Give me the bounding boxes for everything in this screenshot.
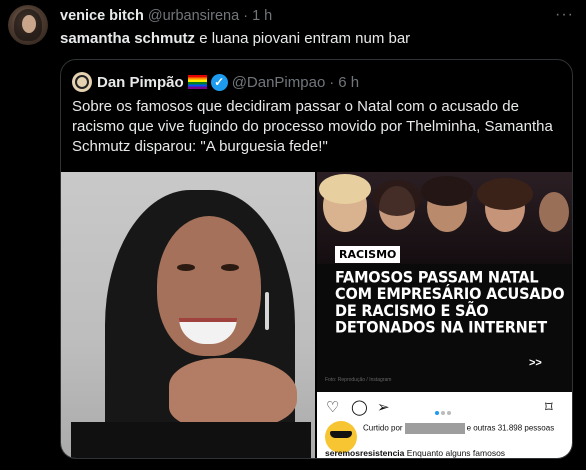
- tweet-text: samantha schmutz e luana piovani entram …: [60, 30, 410, 47]
- carousel-dots: [435, 402, 453, 420]
- bookmark-icon: ⌑: [545, 399, 553, 416]
- separator-dot: ·: [243, 8, 249, 24]
- photo-instagram-post[interactable]: RACISMO FAMOSOS PASSAM NATAL COM EMPRESÁ…: [317, 172, 572, 458]
- post-headline: FAMOSOS PASSAM NATAL COM EMPRESÁRIO ACUS…: [335, 268, 565, 338]
- liked-suffix: e outras 31.898 pessoas: [466, 423, 555, 433]
- caption-user: seremosresistencia: [325, 448, 405, 458]
- quote-text: Sobre os famosos que decidiram passar o …: [72, 98, 553, 155]
- author-handle[interactable]: @urbansirena: [148, 8, 239, 24]
- tweet-time[interactable]: 1 h: [252, 8, 272, 24]
- tweet-text-bold: samantha schmutz: [60, 30, 196, 47]
- photo-samantha[interactable]: [61, 172, 315, 458]
- post-tag: RACISMO: [335, 246, 401, 263]
- comment-icon: ◯: [351, 399, 368, 416]
- quote-author-handle[interactable]: @DanPimpao: [232, 74, 326, 91]
- redacted-username: [404, 423, 465, 434]
- verified-badge-icon: ✓: [210, 73, 228, 91]
- quote-avatar[interactable]: [72, 72, 92, 92]
- quote-time[interactable]: 6 h: [338, 74, 359, 91]
- liked-prefix: Curtido por: [363, 423, 403, 433]
- heart-icon: ♡: [326, 399, 340, 416]
- quote-author-name[interactable]: Dan Pimpão: [97, 74, 184, 91]
- author-name[interactable]: venice bitch: [60, 8, 144, 24]
- tweet[interactable]: venice bitch @urbansirena · 1 h ··· sama…: [0, 0, 586, 470]
- liked-by-text: Curtido por e outras 31.898 pessoas: [363, 423, 568, 434]
- author-avatar[interactable]: [8, 5, 48, 45]
- more-options-icon[interactable]: ···: [555, 6, 574, 24]
- quote-header: Dan Pimpão ✓ @DanPimpao · 6 h: [72, 72, 359, 92]
- photo-credit: Foto: Reprodução / Instagram: [325, 377, 392, 383]
- tweet-text-rest: e luana piovani entram num bar: [195, 30, 411, 47]
- post-caption: seremosresistencia Enquanto alguns famos…: [325, 448, 505, 458]
- rainbow-flag-icon: [187, 75, 207, 89]
- next-arrows: >>: [529, 357, 542, 369]
- quote-separator-dot: ·: [329, 73, 335, 91]
- share-icon: ➢: [377, 399, 390, 416]
- caption-text: Enquanto alguns famosos: [404, 448, 506, 458]
- tweet-header: venice bitch @urbansirena · 1 h: [60, 8, 272, 24]
- earring: [265, 292, 269, 330]
- avatar-face: [22, 15, 36, 33]
- quoted-tweet[interactable]: Dan Pimpão ✓ @DanPimpao · 6 h Sobre os f…: [60, 59, 573, 459]
- instagram-action-bar: ♡ ◯ ➢ ⌑ Curtido por e outras 31.898 pesso…: [317, 392, 572, 458]
